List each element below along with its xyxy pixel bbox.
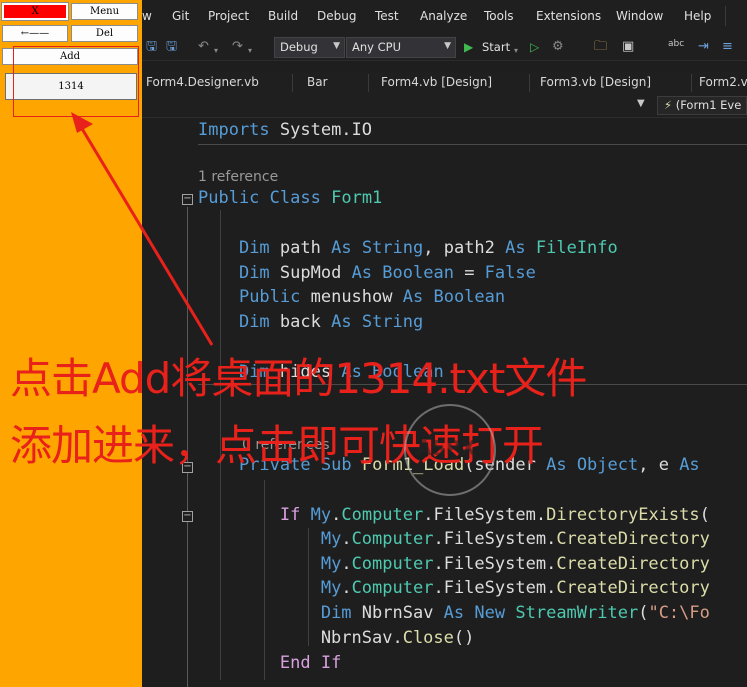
- chevron-down-icon: ▼: [333, 41, 340, 51]
- chevron-down-icon[interactable]: ▾: [248, 43, 252, 59]
- code-line-end-if: End If: [279, 653, 342, 673]
- tab-form2[interactable]: Form2.v: [699, 75, 747, 89]
- platform-select[interactable]: Any CPU ▼: [346, 37, 456, 58]
- folder-icon[interactable]: 🗀: [594, 39, 607, 55]
- tab-form4-designer[interactable]: Form4.Designer.vb: [146, 75, 259, 89]
- menu-item-build[interactable]: Build: [268, 9, 298, 23]
- start-label[interactable]: Start: [482, 40, 510, 54]
- code-line-dim-path: Dim path As String, path2 As FileInfo: [238, 238, 618, 258]
- code-line-create-directory-1: My.Computer.FileSystem.CreateDirectory: [320, 529, 710, 549]
- codelens-references[interactable]: 1 reference: [198, 169, 278, 185]
- toolbar: 🖫 🖫 ↶ ▾ ↷ ▾ Debug ▼ Any CPU ▼ ▶ Start ▾ …: [142, 33, 747, 61]
- navigation-bar: ▼ ⚡ (Form1 Eve: [142, 94, 747, 118]
- menu-divider: [725, 6, 726, 26]
- back-button[interactable]: ←——: [2, 25, 68, 42]
- delete-button[interactable]: Del: [71, 25, 138, 42]
- menu-bar: w Git Project Build Debug Test Analyze T…: [142, 0, 747, 33]
- collapse-icon[interactable]: −: [182, 194, 193, 205]
- separator-line: [198, 144, 747, 145]
- collapse-icon[interactable]: −: [182, 511, 193, 522]
- menu-item-window[interactable]: Window: [616, 9, 663, 23]
- menu-item-analyze[interactable]: Analyze: [420, 9, 467, 23]
- tab-form3-design[interactable]: Form3.vb [Design]: [540, 75, 651, 89]
- platform-value: Any CPU: [352, 40, 401, 54]
- tab-form4-design[interactable]: Form4.vb [Design]: [381, 75, 492, 89]
- save-all-icon[interactable]: 🖫: [166, 39, 177, 55]
- code-line-if-directory: If My.Computer.FileSystem.DirectoryExist…: [279, 505, 710, 525]
- code-line-imports: Imports System.IO: [198, 120, 373, 140]
- highlight-box: [13, 46, 139, 117]
- member-dropdown[interactable]: ⚡ (Form1 Eve: [657, 96, 747, 115]
- menu-item-extensions[interactable]: Extensions: [536, 9, 601, 23]
- code-line-class: Public Class Form1: [198, 188, 383, 208]
- chevron-down-icon[interactable]: ▼: [637, 98, 645, 109]
- event-icon: ⚡: [664, 98, 673, 112]
- hot-reload-icon[interactable]: ⚙: [552, 39, 564, 55]
- code-line-dim-supmod: Dim SupMod As Boolean = False: [238, 263, 536, 283]
- tab-divider: [691, 74, 692, 92]
- chevron-down-icon[interactable]: ▾: [514, 43, 518, 59]
- spell-check-icon[interactable]: abc: [668, 36, 684, 52]
- menu-item-debug[interactable]: Debug: [317, 9, 356, 23]
- code-line-dim-back: Dim back As String: [238, 312, 424, 332]
- code-line-create-directory-3: My.Computer.FileSystem.CreateDirectory: [320, 578, 710, 598]
- menu-item-git[interactable]: Git: [172, 9, 189, 23]
- annotation-caption-line1: 点击Add将桌面的1314.txt文件: [10, 354, 587, 403]
- app-panel: X Menu ←—— Del Add 1314: [0, 0, 142, 687]
- comment-icon[interactable]: ⇥: [698, 39, 709, 55]
- configuration-select[interactable]: Debug ▼: [274, 37, 345, 58]
- start-without-debugging-icon[interactable]: ▷: [530, 39, 539, 55]
- chevron-down-icon: ▼: [444, 41, 451, 51]
- member-dropdown-value: (Form1 Eve: [675, 98, 742, 112]
- configuration-value: Debug: [280, 40, 318, 54]
- save-icon[interactable]: 🖫: [146, 39, 157, 55]
- code-line-create-directory-2: My.Computer.FileSystem.CreateDirectory: [320, 554, 710, 574]
- menu-button[interactable]: Menu: [71, 3, 138, 20]
- document-tabs: Form4.Designer.vb Bar Form4.vb [Design] …: [142, 72, 747, 94]
- code-line-dim-streamwriter: Dim NbrnSav As New StreamWriter("C:\Fo: [320, 603, 710, 623]
- menu-item-project[interactable]: Project: [208, 9, 249, 23]
- undo-icon[interactable]: ↶: [198, 39, 209, 55]
- menu-item-help[interactable]: Help: [684, 9, 711, 23]
- code-line-public-menushow: Public menushow As Boolean: [238, 287, 506, 307]
- tab-bar[interactable]: Bar: [307, 75, 328, 89]
- chevron-down-icon[interactable]: ▾: [214, 43, 218, 59]
- menu-item-tools[interactable]: Tools: [484, 9, 514, 23]
- code-line-close: NbrnSav.Close(): [198, 628, 475, 648]
- uncomment-icon[interactable]: ≡: [722, 39, 733, 55]
- close-button[interactable]: X: [1, 2, 69, 21]
- watermark-logo: ASPX: [404, 404, 496, 496]
- menu-item-test[interactable]: Test: [375, 9, 399, 23]
- tab-divider: [529, 74, 530, 92]
- play-icon[interactable]: ▶: [464, 39, 473, 55]
- tab-divider: [368, 74, 369, 92]
- tab-divider: [292, 74, 293, 92]
- menu-item-window-partial[interactable]: w: [142, 9, 152, 23]
- window-layout-icon[interactable]: ▣: [622, 39, 634, 55]
- redo-icon[interactable]: ↷: [232, 39, 243, 55]
- watermark-text: ASPX: [416, 436, 476, 460]
